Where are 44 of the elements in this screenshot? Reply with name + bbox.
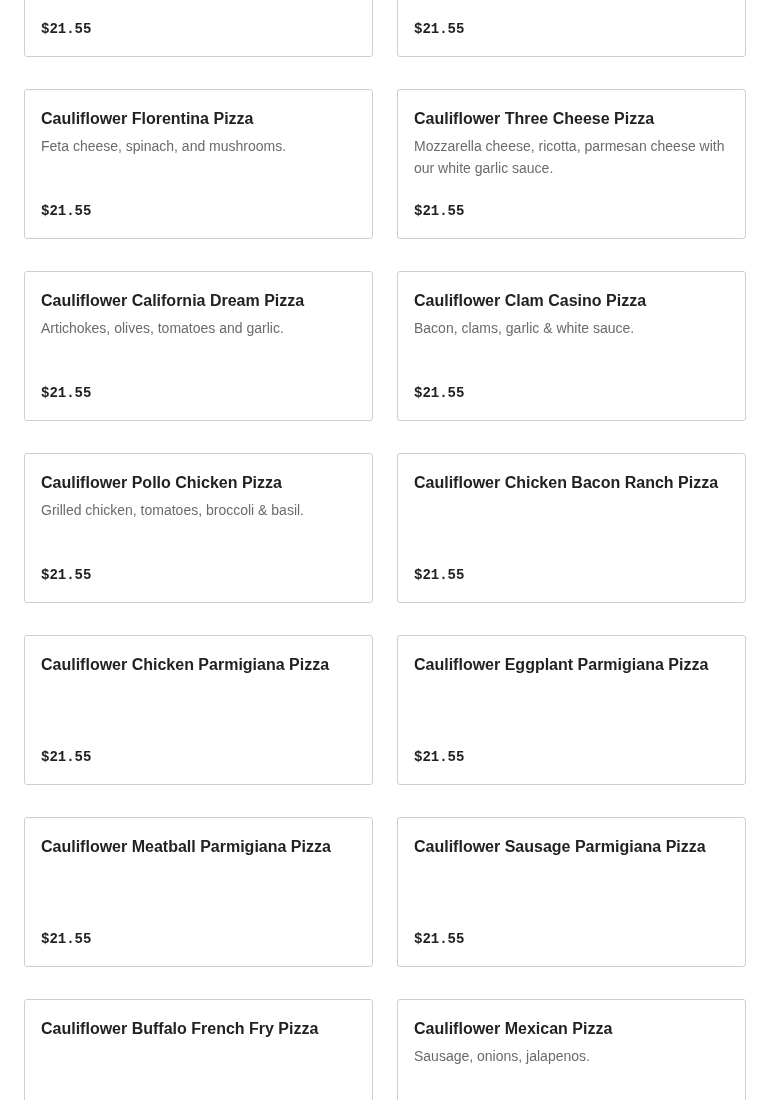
menu-item-card[interactable]: Cauliflower Three Cheese Pizza Mozzarella cheese, ricotta, parmesan cheese with our white garlic sauce. $21.55	[397, 89, 746, 239]
item-description: Feta cheese, spinach, and mushrooms.	[41, 137, 288, 156]
item-price: $21.55	[414, 930, 466, 948]
menu-item-card[interactable]: Cauliflower Mexican Pizza Sausage, onions, jalapenos.	[397, 999, 746, 1100]
menu-item-card[interactable]: Cauliflower Eggplant Parmigiana Pizza $21.55	[397, 635, 746, 785]
item-name: Cauliflower Chicken Bacon Ranch Pizza	[414, 473, 720, 493]
item-price: $21.55	[414, 20, 466, 38]
item-price: $21.55	[41, 930, 93, 948]
menu-item-card[interactable]: $21.55	[397, 0, 746, 57]
item-description: Mozzarella cheese, ricotta, parmesan cheese with our white garlic sauce.	[414, 137, 726, 178]
menu-item-card[interactable]: Cauliflower Pollo Chicken Pizza Grilled chicken, tomatoes, broccoli & basil. $21.55	[24, 453, 373, 603]
item-name: Cauliflower Clam Casino Pizza	[414, 291, 648, 311]
menu-item-card[interactable]: Cauliflower Clam Casino Pizza Bacon, clams, garlic & white sauce. $21.55	[397, 271, 746, 421]
item-description: Grilled chicken, tomatoes, broccoli & basil.	[41, 501, 305, 520]
menu-item-card[interactable]: Cauliflower Chicken Bacon Ranch Pizza $21.55	[397, 453, 746, 603]
item-description: Artichokes, olives, tomatoes and garlic.	[41, 319, 285, 338]
item-name: Cauliflower California Dream Pizza	[41, 291, 306, 311]
item-description: Bacon, clams, garlic & white sauce.	[414, 319, 636, 338]
menu-item-card[interactable]: Cauliflower Meatball Parmigiana Pizza $21.55	[24, 817, 373, 967]
item-name: Cauliflower Florentina Pizza	[41, 109, 255, 129]
item-price: $21.55	[41, 566, 93, 584]
menu-item-card[interactable]: Cauliflower Chicken Parmigiana Pizza $21.55	[24, 635, 373, 785]
item-price: $21.55	[414, 566, 466, 584]
menu-item-card[interactable]: Cauliflower Sausage Parmigiana Pizza $21.55	[397, 817, 746, 967]
item-name: Cauliflower Chicken Parmigiana Pizza	[41, 655, 331, 675]
item-name: Cauliflower Mexican Pizza	[414, 1019, 614, 1039]
item-name: Cauliflower Three Cheese Pizza	[414, 109, 656, 129]
item-price: $21.55	[41, 20, 93, 38]
item-price: $21.55	[41, 748, 93, 766]
item-price: $21.55	[41, 384, 93, 402]
menu-item-card[interactable]: Cauliflower California Dream Pizza Artichokes, olives, tomatoes and garlic. $21.55	[24, 271, 373, 421]
item-name: Cauliflower Meatball Parmigiana Pizza	[41, 837, 332, 857]
item-price: $21.55	[414, 748, 466, 766]
menu-item-card[interactable]: Cauliflower Florentina Pizza Feta cheese, spinach, and mushrooms. $21.55	[24, 89, 373, 239]
menu-item-card[interactable]: $21.55	[24, 0, 373, 57]
item-name: Cauliflower Eggplant Parmigiana Pizza	[414, 655, 710, 675]
item-price: $21.55	[414, 384, 466, 402]
item-price: $21.55	[41, 202, 93, 220]
item-name: Cauliflower Buffalo French Fry Pizza	[41, 1019, 320, 1039]
item-name: Cauliflower Pollo Chicken Pizza	[41, 473, 283, 493]
item-name: Cauliflower Sausage Parmigiana Pizza	[414, 837, 707, 857]
item-description: Sausage, onions, jalapenos.	[414, 1047, 591, 1066]
menu-item-card[interactable]: Cauliflower Buffalo French Fry Pizza	[24, 999, 373, 1100]
item-price: $21.55	[414, 202, 466, 220]
